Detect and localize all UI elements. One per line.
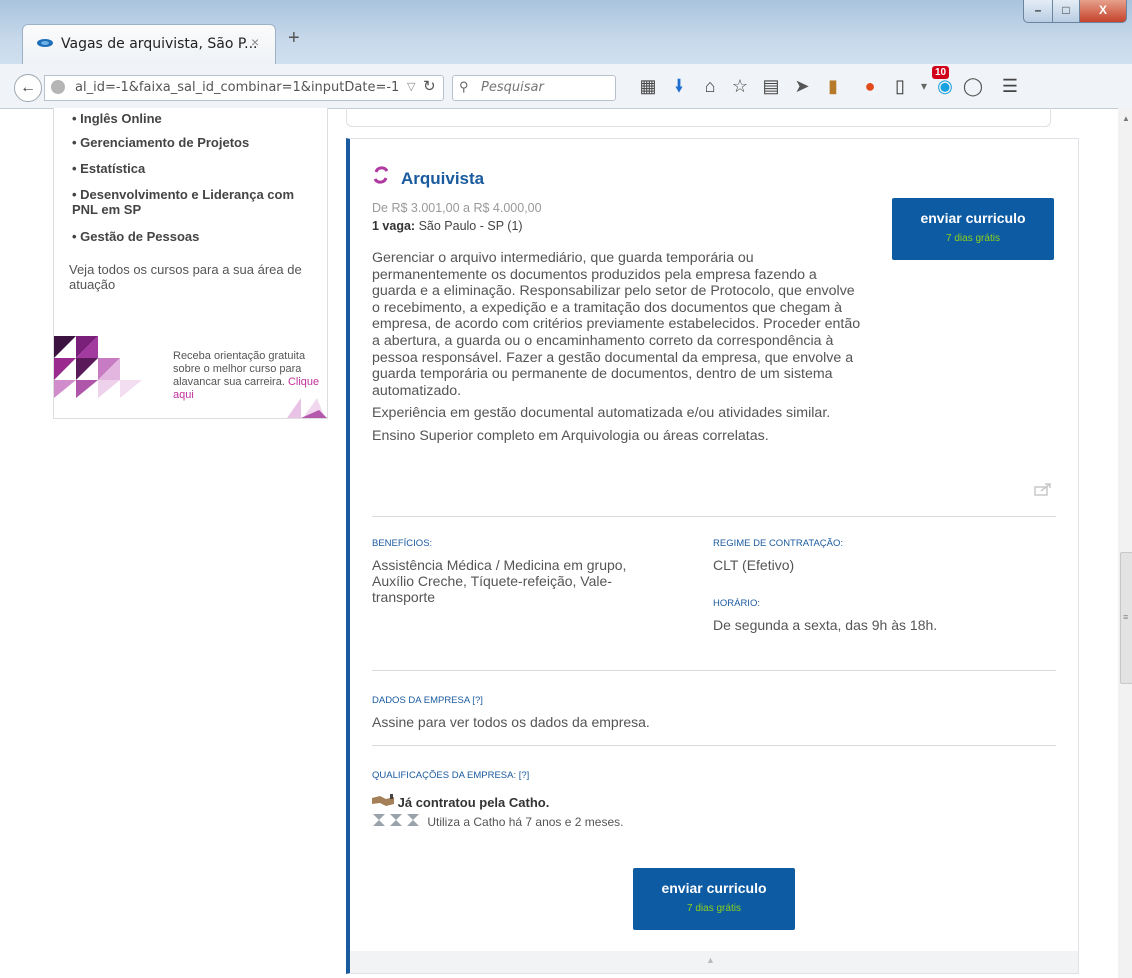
bookmark-star-icon[interactable]: ☆ [729, 76, 751, 96]
download-icon[interactable]: 🠛 [668, 76, 690, 96]
courses-sidebar: • Inglês Online • Gerenciamento de Proje… [53, 108, 328, 419]
company-data-label[interactable]: DADOS DA EMPRESA [?] [372, 695, 483, 706]
catho-favicon-icon [37, 39, 53, 47]
course-link[interactable]: • Inglês Online [72, 111, 162, 126]
hired-via-catho: Já contratou pela Catho. [372, 794, 549, 810]
requirement-paragraph: Experiência em gestão documental automat… [372, 405, 831, 422]
card-collapse-bar[interactable]: ▲ [350, 951, 1078, 973]
schedule-value: De segunda a sexta, das 9h às 18h. [713, 617, 938, 633]
company-data-text: Assine para ver todos os dados da empres… [372, 714, 650, 730]
search-box[interactable]: ⚲ [452, 75, 616, 101]
banner-corner-graphic [287, 398, 327, 418]
skype-icon[interactable]: ◉ [934, 76, 956, 96]
search-icon: ⚲ [459, 79, 469, 94]
minimize-button[interactable]: – [1023, 0, 1053, 23]
all-courses-link[interactable]: Veja todos os cursos para a sua área de … [69, 262, 309, 292]
url-text[interactable]: al_id=-1&faixa_sal_id_combinar=1&inputDa… [75, 80, 399, 95]
search-input[interactable] [479, 79, 613, 96]
sync-icon[interactable]: ◯ [962, 76, 984, 96]
send-resume-button[interactable]: enviar curriculo 7 dias grátis [892, 198, 1054, 260]
reload-icon[interactable]: ↻ [423, 77, 436, 95]
bookmarks-menu-icon[interactable]: ▤ [760, 76, 782, 96]
contract-label: REGIME DE CONTRATAÇÃO: [713, 538, 844, 549]
divider [372, 670, 1056, 671]
company-qualifications-label[interactable]: QUALIFICAÇÕES DA EMPRESA: [?] [372, 770, 529, 781]
maximize-button[interactable]: □ [1052, 0, 1080, 23]
salary-range: De R$ 3.001,00 a R$ 4.000,00 [372, 201, 542, 215]
divider [372, 745, 1056, 746]
dropdown-arrow-icon[interactable]: ▾ [913, 76, 935, 96]
pocket-icon[interactable]: ▮ [822, 76, 844, 96]
vacancy-info: 1 vaga: São Paulo - SP (1) [372, 219, 523, 233]
url-dropdown-icon[interactable]: ▽ [407, 80, 415, 93]
address-bar[interactable]: al_id=-1&faixa_sal_id_combinar=1&inputDa… [44, 75, 444, 101]
job-description: Gerenciar o arquivo intermediário, que g… [372, 250, 864, 451]
job-refresh-icon [373, 166, 389, 184]
hamburger-menu-icon[interactable]: ☰ [999, 76, 1021, 96]
collapse-arrow-icon[interactable]: ▲ [706, 955, 715, 965]
tab-title: Vagas de arquivista, São P... [61, 36, 258, 52]
catho-usage-info: Utiliza a Catho há 7 anos e 2 meses. [372, 814, 623, 829]
course-link[interactable]: • Gestão de Pessoas [72, 229, 199, 244]
browser-tab[interactable]: Vagas de arquivista, São P... × [22, 24, 276, 65]
course-link[interactable]: • Estatística [72, 161, 145, 176]
scrollbar-grip-icon: ≡ [1123, 612, 1129, 622]
clipboard-icon[interactable]: ▯ [889, 76, 911, 96]
benefits-value: Assistência Médica / Medicina em grupo, … [372, 557, 627, 605]
globe-icon [51, 80, 65, 94]
send-icon[interactable]: ➤ [791, 76, 813, 96]
share-icon[interactable] [1034, 482, 1052, 496]
new-tab-button[interactable]: + [288, 27, 300, 50]
divider [372, 516, 1056, 517]
contract-value: CLT (Efetivo) [713, 557, 795, 573]
hourglass-icons [373, 814, 419, 826]
close-window-button[interactable]: X [1079, 0, 1127, 23]
previous-card-bottom [346, 108, 1051, 127]
schedule-label: HORÁRIO: [713, 598, 760, 609]
back-button[interactable]: ← [14, 74, 42, 102]
scrollbar[interactable] [1118, 108, 1132, 978]
window-titlebar: Vagas de arquivista, São P... × + – □ X [0, 0, 1132, 65]
job-title[interactable]: Arquivista [401, 169, 484, 189]
description-paragraph: Gerenciar o arquivo intermediário, que g… [372, 250, 861, 399]
benefits-label: BENEFÍCIOS: [372, 538, 433, 549]
reading-list-icon[interactable]: ▦ [637, 76, 659, 96]
tab-close-icon[interactable]: × [251, 34, 259, 50]
banner-graphic [54, 336, 142, 398]
course-link[interactable]: • Desenvolvimento e Liderança com PNL em… [72, 187, 302, 217]
education-paragraph: Ensino Superior completo em Arquivologia… [372, 427, 769, 444]
scroll-up-arrow-icon[interactable]: ▲ [1122, 114, 1130, 123]
handshake-icon [372, 794, 394, 806]
back-arrow-icon: ← [20, 79, 36, 96]
job-card: Arquivista De R$ 3.001,00 a R$ 4.000,00 … [346, 138, 1079, 974]
home-icon[interactable]: ⌂ [699, 76, 721, 96]
addon-icon[interactable]: ● [859, 76, 881, 96]
send-resume-button-bottom[interactable]: enviar curriculo 7 dias grátis [633, 868, 795, 930]
course-link[interactable]: • Gerenciamento de Projetos [72, 135, 249, 150]
